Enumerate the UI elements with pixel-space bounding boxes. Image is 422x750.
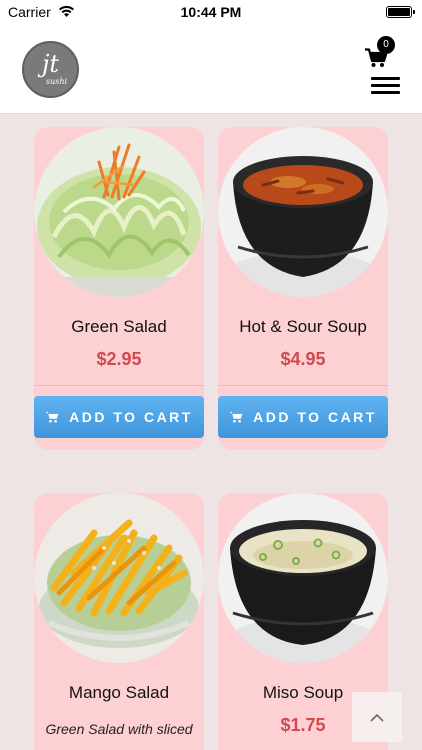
- chevron-up-icon: [370, 713, 384, 722]
- add-to-cart-button[interactable]: ADD TO CART: [34, 396, 204, 438]
- card-divider: [218, 385, 388, 386]
- app-header: jt sushi 0: [0, 24, 422, 114]
- menu-line: [371, 84, 400, 87]
- green-salad-image: [34, 127, 204, 297]
- hot-sour-soup-image: [218, 127, 388, 297]
- product-price: $2.95: [96, 349, 142, 369]
- mango-salad-image: [34, 493, 204, 663]
- product-name: Green Salad: [71, 317, 167, 336]
- cart-icon: [229, 411, 243, 423]
- menu-line: [371, 77, 400, 80]
- product-name: Mango Salad: [68, 683, 170, 702]
- scroll-to-top-button[interactable]: [352, 692, 402, 742]
- status-bar: Carrier 10:44 PM: [0, 0, 422, 24]
- card-divider: [34, 385, 204, 386]
- product-name: Hot & Sour Soup: [239, 317, 367, 336]
- product-card-mango-salad[interactable]: Mango Salad Green Salad with sliced: [34, 493, 204, 750]
- add-to-cart-label: ADD TO CART: [253, 409, 377, 425]
- product-description: Green Salad with sliced: [45, 721, 193, 737]
- cart-count-badge: 0: [377, 36, 395, 54]
- add-to-cart-label: ADD TO CART: [69, 409, 193, 425]
- logo-subtitle: sushi: [46, 77, 68, 86]
- logo-mark: jt: [41, 50, 60, 78]
- product-price: $4.95: [280, 349, 326, 369]
- product-grid: Green Salad $2.95 ADD TO CART Hot & Sour…: [0, 115, 422, 750]
- hamburger-menu-icon[interactable]: [371, 77, 400, 95]
- cart-icon: [45, 411, 59, 423]
- product-card-hot-sour-soup[interactable]: Hot & Sour Soup $4.95 ADD TO CART: [218, 127, 388, 450]
- status-time: 10:44 PM: [180, 4, 242, 20]
- miso-soup-image: [218, 493, 388, 663]
- menu-line: [371, 91, 400, 94]
- logo[interactable]: jt sushi: [22, 41, 79, 98]
- add-to-cart-button[interactable]: ADD TO CART: [218, 396, 388, 438]
- battery-icon: [386, 6, 415, 18]
- product-card-green-salad[interactable]: Green Salad $2.95 ADD TO CART: [34, 127, 204, 450]
